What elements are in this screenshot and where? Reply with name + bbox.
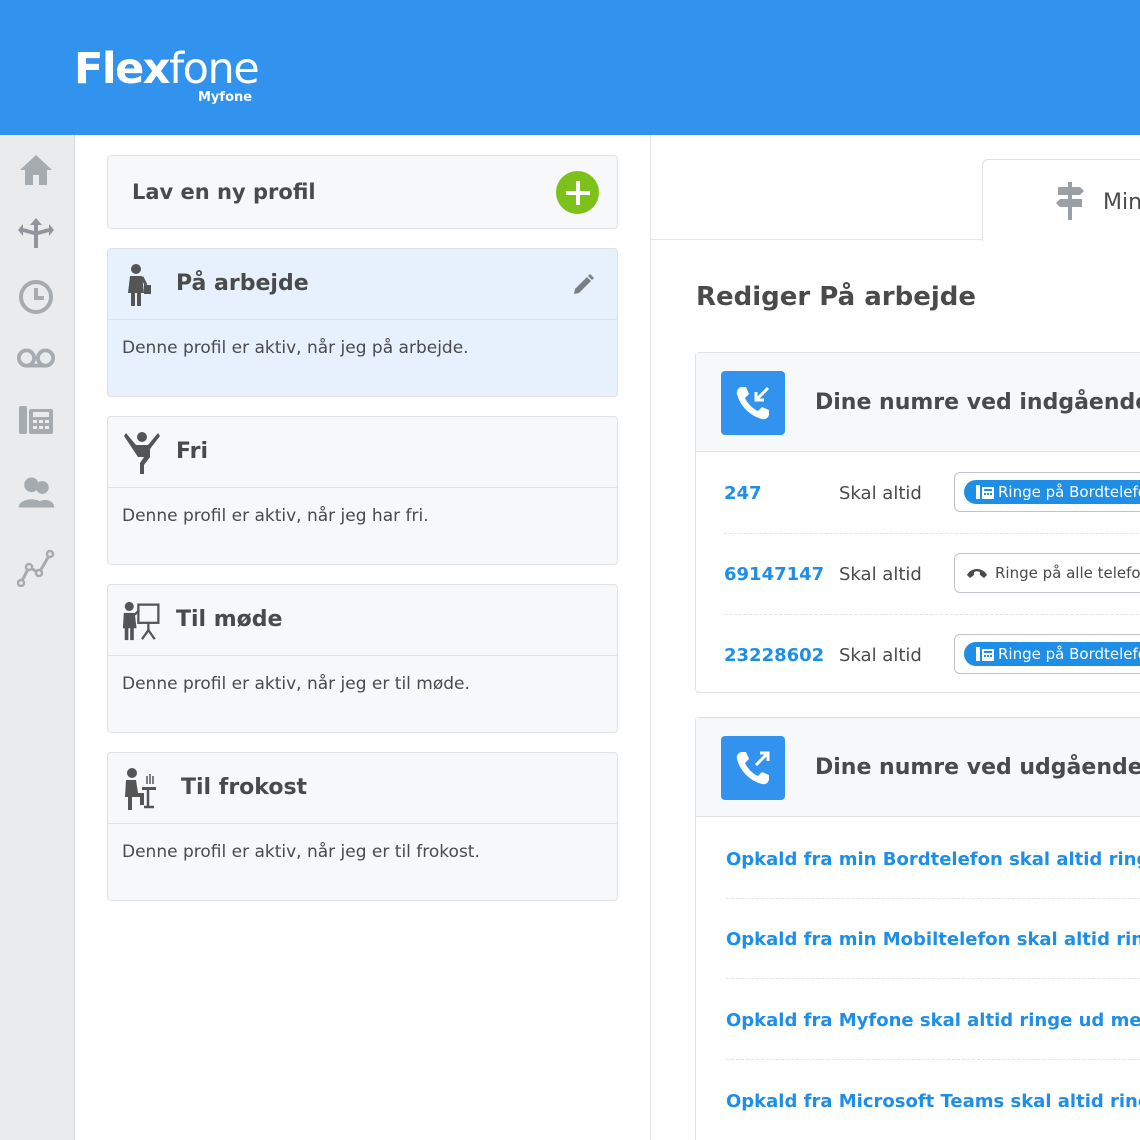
meeting-person-icon [122, 601, 160, 641]
top-header: Flexfone Myfone [0, 0, 1140, 135]
incoming-row: 69147147 Skal altid Ringe på alle telefo… [724, 534, 1140, 615]
outgoing-rule-link[interactable]: Opkald fra min Bordtelefon skal altid ri… [726, 849, 1140, 870]
ring-action-button[interactable]: Ringe på alle telefoner [954, 553, 1140, 593]
outgoing-title: Dine numre ved udgående opk [815, 755, 1140, 780]
free-person-icon [124, 432, 160, 474]
incoming-row: 23228602 Skal altid Ringe på Bordtelefon [724, 615, 1140, 696]
working-person-icon [128, 264, 151, 306]
ring-action-label: Ringe på Bordtelefon [998, 645, 1140, 663]
incoming-row: 247 Skal altid Ringe på Bordtelefon [724, 453, 1140, 534]
profile-name: Til frokost [181, 775, 308, 800]
outgoing-rule-link[interactable]: Opkald fra min Mobiltelefon skal altid r… [726, 929, 1140, 950]
incoming-call-icon [721, 371, 785, 435]
profile-description: Denne profil er aktiv, når jeg har fri. [122, 506, 429, 526]
ring-action-button[interactable]: Ringe på Bordtelefon [954, 472, 1140, 512]
profile-name: Fri [176, 439, 209, 464]
profile-card-meeting[interactable]: Til møde Denne profil er aktiv, når jeg … [107, 584, 618, 733]
profile-description: Denne profil er aktiv, når jeg på arbejd… [122, 338, 469, 358]
outgoing-row: Opkald fra Myfone skal altid ringe ud me… [726, 980, 1140, 1060]
ring-all-phones-icon [967, 569, 987, 578]
lunch-person-icon [125, 768, 156, 810]
tab-label: Min [1103, 190, 1140, 215]
outgoing-row: Opkald fra Microsoft Teams skal altid ri… [726, 1061, 1140, 1140]
logo-subtitle: Myfone [198, 90, 253, 105]
profile-editor: Min Rediger På arbejde Dine numre ved in… [651, 135, 1140, 1140]
plus-icon[interactable] [556, 171, 599, 214]
statistics-icon[interactable] [16, 548, 56, 588]
desk-phone-icon[interactable] [16, 400, 56, 440]
outgoing-row: Opkald fra min Mobiltelefon skal altid r… [726, 899, 1140, 979]
rule-label: Skal altid [839, 483, 922, 504]
new-profile-label: Lav en ny profil [132, 180, 316, 204]
voicemail-icon[interactable] [16, 338, 56, 378]
flexfone-logo[interactable]: Flexfone Myfone [74, 44, 260, 105]
outgoing-rule-link[interactable]: Opkald fra Microsoft Teams skal altid ri… [726, 1091, 1140, 1112]
profile-description: Denne profil er aktiv, når jeg er til mø… [122, 674, 470, 694]
rule-label: Skal altid [839, 564, 922, 585]
contacts-icon[interactable] [16, 473, 56, 513]
profile-card-work[interactable]: På arbejde Denne profil er aktiv, når je… [107, 248, 618, 397]
tab-bar: Min [651, 135, 1140, 241]
ring-action-pill: Ringe på Bordtelefon [964, 642, 1140, 666]
page-title: Rediger På arbejde [696, 282, 977, 312]
routing-icon[interactable] [16, 213, 56, 253]
new-profile-button[interactable]: Lav en ny profil [107, 155, 618, 229]
sidebar-nav [0, 135, 75, 1140]
incoming-panel: Dine numre ved indgående op 247 Skal alt… [695, 352, 1140, 693]
tab-routing[interactable]: Min [982, 159, 1140, 241]
outgoing-call-icon [721, 736, 785, 800]
profile-card-lunch[interactable]: Til frokost Denne profil er aktiv, når j… [107, 752, 618, 901]
profiles-column: Lav en ny profil På arbejde Denne profil… [75, 135, 651, 1140]
incoming-title: Dine numre ved indgående op [815, 390, 1140, 415]
phone-number-link[interactable]: 247 [724, 483, 762, 504]
signpost-icon [1056, 182, 1084, 220]
home-icon[interactable] [16, 150, 56, 190]
phone-number-link[interactable]: 23228602 [724, 645, 824, 666]
ring-action-label: Ringe på alle telefoner [995, 564, 1140, 582]
pencil-icon[interactable] [571, 273, 595, 297]
ring-action-pill: Ringe på Bordtelefon [964, 480, 1140, 504]
profile-description: Denne profil er aktiv, når jeg er til fr… [122, 842, 480, 862]
clock-icon[interactable] [16, 277, 56, 317]
outgoing-row: Opkald fra min Bordtelefon skal altid ri… [726, 819, 1140, 899]
profile-name: Til møde [176, 607, 283, 632]
profile-name: På arbejde [176, 271, 309, 296]
outgoing-panel: Dine numre ved udgående opk Opkald fra m… [695, 717, 1140, 1140]
desk-phone-icon [976, 647, 994, 661]
phone-number-link[interactable]: 69147147 [724, 564, 824, 585]
profile-card-free[interactable]: Fri Denne profil er aktiv, når jeg har f… [107, 416, 618, 565]
ring-action-button[interactable]: Ringe på Bordtelefon [954, 634, 1140, 674]
rule-label: Skal altid [839, 645, 922, 666]
desk-phone-icon [976, 485, 994, 499]
ring-action-label: Ringe på Bordtelefon [998, 483, 1140, 501]
outgoing-rule-link[interactable]: Opkald fra Myfone skal altid ringe ud me… [726, 1010, 1140, 1031]
